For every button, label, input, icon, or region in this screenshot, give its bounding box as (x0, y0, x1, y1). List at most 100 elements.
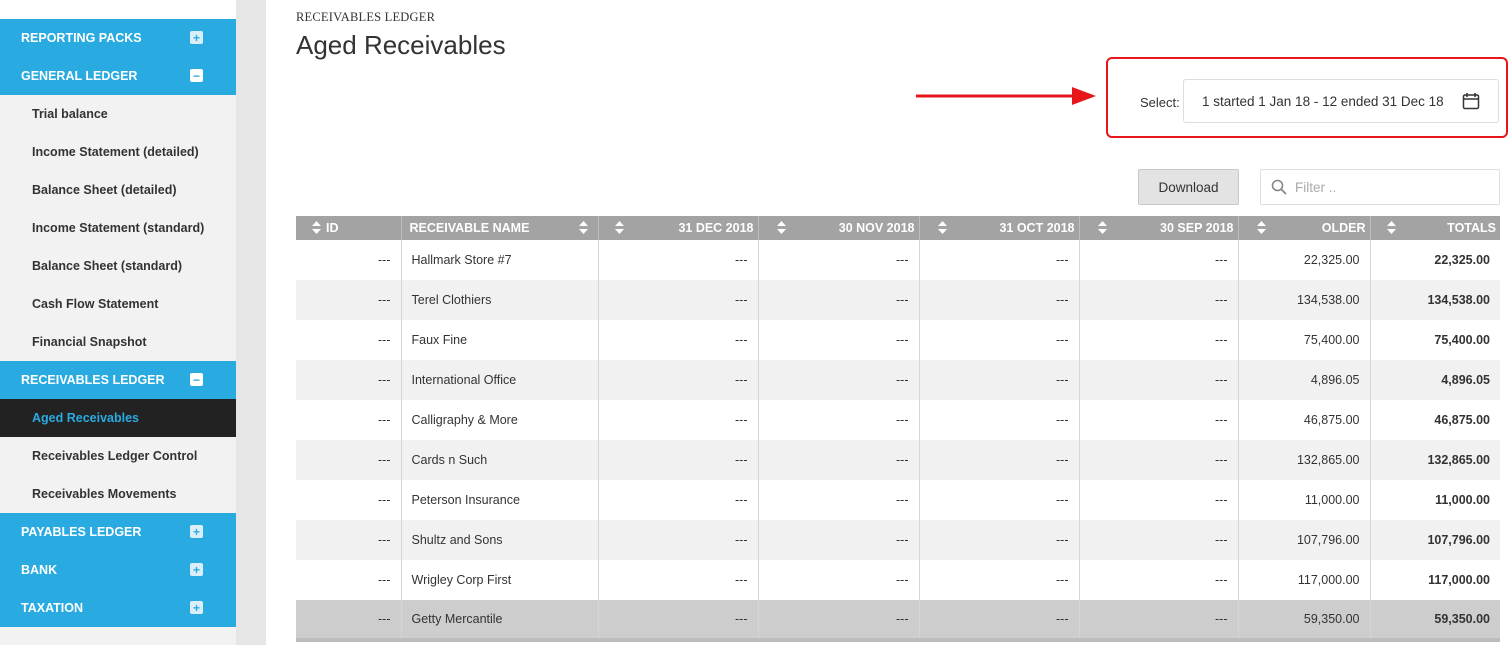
sort-icon[interactable] (614, 221, 624, 237)
cell-30-sep-2018: --- (1079, 280, 1239, 320)
cell-id: --- (296, 280, 402, 320)
sidebar-item-trial-balance[interactable]: Trial balance (0, 95, 236, 133)
sort-icon[interactable] (1097, 221, 1107, 237)
cell-id: --- (296, 600, 402, 642)
sidebar-item-aged-receivables[interactable]: Aged Receivables (0, 399, 244, 437)
cell-31-dec-2018: --- (598, 520, 759, 560)
sidebar-item-receivables-movements[interactable]: Receivables Movements (0, 475, 236, 513)
sort-icon[interactable] (578, 221, 588, 237)
cell-30-sep-2018: --- (1079, 360, 1239, 400)
cell-receivable-name[interactable]: Cards n Such (401, 440, 599, 480)
sidebar-item-income-statement-standard[interactable]: Income Statement (standard) (0, 209, 236, 247)
expand-icon[interactable]: + (190, 563, 203, 576)
column-header-receivable-name[interactable]: RECEIVABLE NAME (401, 216, 599, 240)
cell-receivable-name[interactable]: Hallmark Store #7 (401, 240, 599, 280)
cell-totals: 75,400.00 (1434, 333, 1490, 347)
sidebar-item-balance-sheet-standard[interactable]: Balance Sheet (standard) (0, 247, 236, 285)
collapse-icon[interactable]: − (190, 69, 203, 82)
table-row[interactable]: --- Getty Mercantile --- --- --- --- 59,350.00… (296, 600, 1500, 642)
main-content: RECEIVABLES LEDGER Aged Receivables Sele… (296, 0, 1510, 645)
cell-receivable-name[interactable]: International Office (401, 360, 599, 400)
cell-id: --- (296, 240, 402, 280)
sidebar-item-receivables-ledger-control[interactable]: Receivables Ledger Control (0, 437, 236, 475)
cell-older: 117,000.00 (1238, 560, 1371, 600)
breadcrumb[interactable]: RECEIVABLES LEDGER (296, 10, 435, 25)
column-header-older[interactable]: OLDER (1238, 216, 1371, 240)
table-row[interactable]: --- Terel Clothiers --- --- --- --- 134,538.00… (296, 280, 1500, 320)
column-header-30-sep-2018[interactable]: 30 SEP 2018 (1079, 216, 1239, 240)
filter-box[interactable] (1260, 169, 1500, 205)
cell-receivable-name[interactable]: Terel Clothiers (401, 280, 599, 320)
sidebar-item-income-statement-detailed[interactable]: Income Statement (detailed) (0, 133, 236, 171)
collapse-icon[interactable]: − (190, 373, 203, 386)
table-row[interactable]: --- Peterson Insurance --- --- --- --- 11,000.… (296, 480, 1500, 520)
cell-receivable-name[interactable]: Peterson Insurance (401, 480, 599, 520)
sort-icon[interactable] (776, 221, 786, 237)
sidebar-section-taxation[interactable]: TAXATION + (0, 589, 236, 627)
cell-30-nov-2018: --- (758, 280, 920, 320)
sidebar-item-balance-sheet-detailed[interactable]: Balance Sheet (detailed) (0, 171, 236, 209)
column-header-31-oct-2018[interactable]: 31 OCT 2018 (919, 216, 1080, 240)
sidebar-item-cash-flow-statement[interactable]: Cash Flow Statement (0, 285, 236, 323)
sidebar-section-bank[interactable]: BANK + (0, 551, 236, 589)
sidebar-item-label: Income Statement (detailed) (32, 145, 199, 159)
cell-older: 22,325.00 (1238, 240, 1371, 280)
sidebar-section-reporting-packs[interactable]: REPORTING PACKS + (0, 19, 236, 57)
cell-30-nov-2018: --- (758, 320, 920, 360)
table-header-row: ID RECEIVABLE NAME 31 DEC 2018 30 NOV 2018 3… (296, 216, 1500, 240)
sidebar-top-spacer (0, 0, 236, 19)
sidebar-section-payables-ledger[interactable]: PAYABLES LEDGER + (0, 513, 236, 551)
table-row[interactable]: --- Wrigley Corp First --- --- --- --- 117,000… (296, 560, 1500, 600)
cell-receivable-name[interactable]: Faux Fine (401, 320, 599, 360)
cell-receivable-name[interactable]: Shultz and Sons (401, 520, 599, 560)
sidebar-section-general-ledger[interactable]: GENERAL LEDGER − (0, 57, 236, 95)
cell-31-dec-2018: --- (598, 360, 759, 400)
page-title: Aged Receivables (296, 30, 506, 60)
table-row[interactable]: --- Calligraphy & More --- --- --- --- 46,875.… (296, 400, 1500, 440)
cell-receivable-name[interactable]: Calligraphy & More (401, 400, 599, 440)
cell-30-sep-2018: --- (1079, 600, 1239, 642)
cell-id: --- (296, 360, 402, 400)
table-row[interactable]: --- Shultz and Sons --- --- --- --- 107,796.00… (296, 520, 1500, 560)
sidebar-item-financial-snapshot[interactable]: Financial Snapshot (0, 323, 236, 361)
column-header-label: RECEIVABLE NAME (409, 221, 530, 235)
cell-30-nov-2018: --- (758, 480, 920, 520)
expand-icon[interactable]: + (190, 525, 203, 538)
sidebar-item-label: Receivables Ledger Control (32, 449, 198, 463)
cell-id: --- (296, 400, 402, 440)
sidebar-item-label: Aged Receivables (32, 411, 139, 425)
sort-icon[interactable] (1386, 221, 1396, 237)
sort-icon[interactable] (937, 221, 947, 237)
cell-30-sep-2018: --- (1079, 480, 1239, 520)
cell-31-oct-2018: --- (919, 480, 1080, 520)
table-row[interactable]: --- Faux Fine --- --- --- --- 75,400.00 75,400.… (296, 320, 1500, 360)
sidebar: REPORTING PACKS + GENERAL LEDGER − Trial bal… (0, 0, 244, 645)
cell-30-nov-2018: --- (758, 520, 920, 560)
period-select[interactable]: 1 started 1 Jan 18 - 12 ended 31 Dec 18 (1183, 79, 1499, 123)
cell-older: 134,538.00 (1238, 280, 1371, 320)
sort-icon[interactable] (1256, 221, 1266, 237)
cell-30-nov-2018: --- (758, 360, 920, 400)
calendar-icon[interactable] (1462, 92, 1480, 110)
cell-31-dec-2018: --- (598, 240, 759, 280)
table-row[interactable]: --- International Office --- --- --- --- 4,896… (296, 360, 1500, 400)
column-header-31-dec-2018[interactable]: 31 DEC 2018 (598, 216, 759, 240)
annotation-arrow (916, 87, 1096, 105)
download-button[interactable]: Download (1138, 169, 1239, 205)
cell-receivable-name[interactable]: Wrigley Corp First (401, 560, 599, 600)
cell-id: --- (296, 560, 402, 600)
sort-icon[interactable] (312, 221, 321, 237)
table-row[interactable]: --- Hallmark Store #7 --- --- --- --- 22,325.0… (296, 240, 1500, 280)
table-row[interactable]: --- Cards n Such --- --- --- --- 132,865.00 132… (296, 440, 1500, 480)
cell-30-nov-2018: --- (758, 440, 920, 480)
column-header-label: 31 OCT 2018 (999, 221, 1075, 235)
cell-31-dec-2018: --- (598, 560, 759, 600)
column-header-30-nov-2018[interactable]: 30 NOV 2018 (758, 216, 920, 240)
expand-icon[interactable]: + (190, 601, 203, 614)
column-header-id[interactable]: ID (296, 216, 402, 240)
column-header-totals[interactable]: TOTALS (1370, 216, 1500, 240)
filter-input[interactable] (1295, 179, 1485, 195)
sidebar-section-receivables-ledger[interactable]: RECEIVABLES LEDGER − (0, 361, 236, 399)
cell-receivable-name[interactable]: Getty Mercantile (401, 600, 599, 642)
expand-icon[interactable]: + (190, 31, 203, 44)
